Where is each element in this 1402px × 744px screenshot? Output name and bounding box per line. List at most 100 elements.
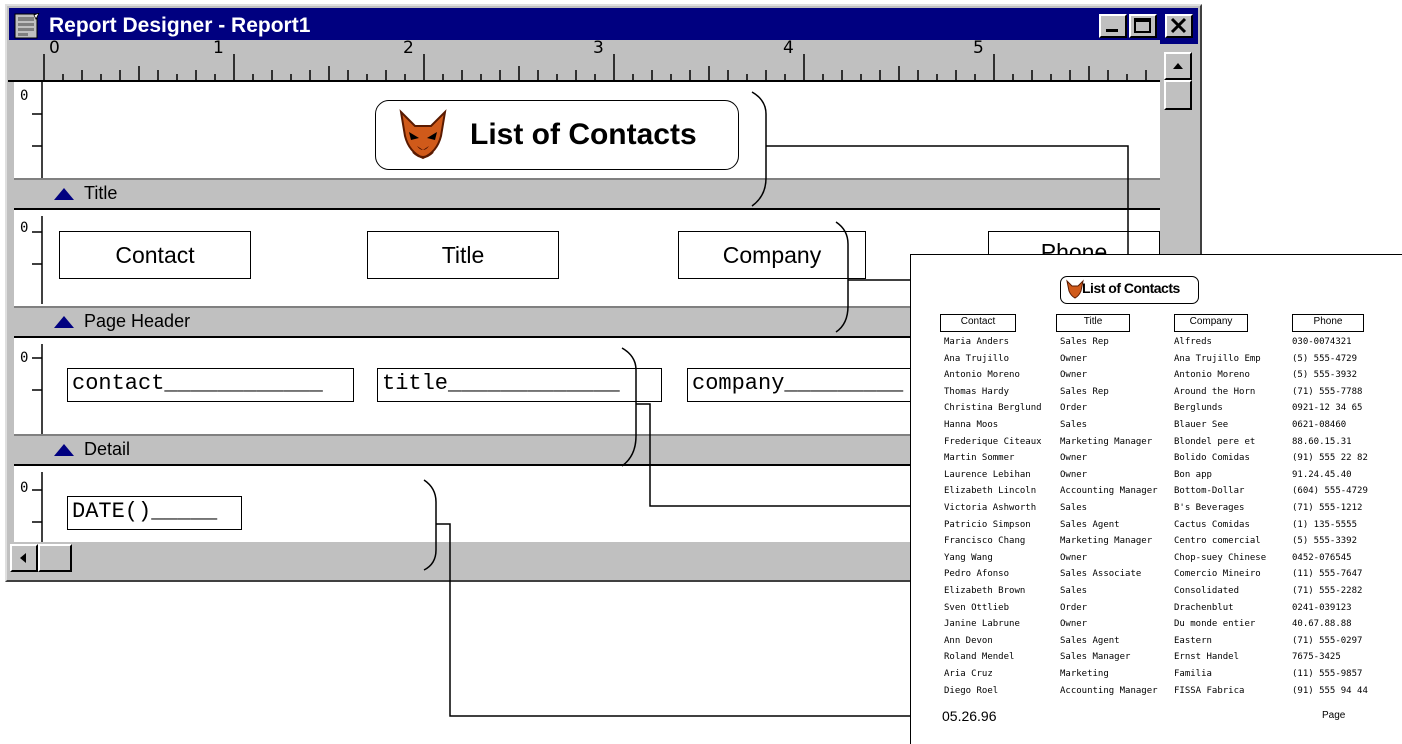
preview-cell: Familia: [1174, 669, 1212, 679]
preview-cell: (604) 555-4729: [1292, 486, 1368, 497]
preview-cell: Elizabeth Lincoln: [944, 486, 1037, 497]
preview-cell: Ernst Handel: [1174, 652, 1240, 663]
preview-cell: Ana Trujillo Emp: [1174, 353, 1261, 364]
preview-cell: Sales Agent: [1060, 519, 1120, 530]
preview-cell: 40.67.88.88: [1292, 619, 1352, 630]
preview-header-title: Title: [1056, 314, 1130, 332]
preview-cell: Alfreds: [1174, 337, 1212, 347]
preview-cell: Aria Cruz: [944, 669, 993, 679]
preview-cell: Order: [1060, 602, 1088, 613]
preview-cell: Blauer See: [1174, 420, 1229, 430]
preview-row: Victoria Ashworth Sales B's Beverages (71) …: [944, 503, 1384, 513]
preview-row: Frederique Citeaux Marketing Manager Blond…: [944, 437, 1384, 447]
preview-row: Antonio Moreno Owner Antonio Moreno (5) 555…: [944, 370, 1384, 380]
preview-row: Diego Roel Accounting Manager FISSA Fabric…: [944, 686, 1384, 696]
preview-cell: Accounting Manager: [1060, 685, 1158, 696]
preview-cell: B's Beverages: [1174, 503, 1245, 513]
preview-cell: Janine Labrune: [944, 619, 1020, 630]
preview-cell: (11) 555-9857: [1292, 669, 1363, 679]
preview-cell: Cactus Comidas: [1174, 519, 1250, 530]
preview-cell: Around the Horn: [1174, 386, 1256, 397]
preview-cell: 88.60.15.31: [1292, 436, 1352, 447]
preview-cell: Consolidated: [1174, 586, 1240, 596]
preview-header-phone: Phone: [1292, 314, 1364, 332]
preview-row: Yang Wang Owner Chop-suey Chinese 0452-0765…: [944, 553, 1384, 563]
preview-row: Thomas Hardy Sales Rep Around the Horn (71)…: [944, 387, 1384, 397]
preview-date: 05.26.96: [942, 708, 997, 724]
preview-row: Maria Anders Sales Rep Alfreds 030-0074321: [944, 337, 1384, 347]
preview-cell: Bottom-Dollar: [1174, 486, 1245, 497]
preview-cell: Chop-suey Chinese: [1174, 552, 1267, 563]
preview-cell: Christina Berglund: [944, 403, 1042, 414]
preview-title-text: List of Contacts: [1082, 280, 1180, 296]
preview-cell: (1) 135-5555: [1292, 519, 1358, 530]
preview-cell: Marketing Manager: [1060, 536, 1153, 547]
preview-cell: (71) 555-0297: [1292, 635, 1363, 646]
preview-cell: Sales Rep: [1060, 337, 1109, 347]
preview-cell: Sales Agent: [1060, 635, 1120, 646]
preview-cell: Owner: [1060, 619, 1088, 630]
preview-cell: Bon app: [1174, 469, 1212, 480]
preview-cell: Accounting Manager: [1060, 486, 1158, 497]
preview-cell: Hanna Moos: [944, 420, 999, 430]
preview-row: Martin Sommer Owner Bolido Comidas (91) 555…: [944, 453, 1384, 463]
preview-row: Patricio Simpson Sales Agent Cactus Comida…: [944, 520, 1384, 530]
preview-cell: (5) 555-3392: [1292, 536, 1358, 547]
preview-row: Francisco Chang Marketing Manager Centro c…: [944, 536, 1384, 546]
preview-cell: (71) 555-7788: [1292, 386, 1363, 397]
preview-cell: Antonio Moreno: [944, 370, 1020, 381]
preview-row: Aria Cruz Marketing Familia (11) 555-9857: [944, 669, 1384, 679]
preview-cell: Owner: [1060, 453, 1088, 464]
preview-cell: Yang Wang: [944, 552, 993, 563]
preview-cell: 030-0074321: [1292, 337, 1352, 347]
preview-cell: Order: [1060, 403, 1088, 414]
preview-cell: Maria Anders: [944, 337, 1010, 347]
preview-cell: Centro comercial: [1174, 536, 1261, 547]
preview-cell: Marketing: [1060, 669, 1109, 679]
preview-cell: Comercio Mineiro: [1174, 569, 1261, 580]
preview-cell: Antonio Moreno: [1174, 370, 1250, 381]
preview-cell: Sales: [1060, 420, 1088, 430]
preview-cell: 7675-3425: [1292, 652, 1341, 663]
preview-cell: Frederique Citeaux: [944, 436, 1042, 447]
preview-cell: (71) 555-2282: [1292, 586, 1363, 596]
preview-cell: Sales Rep: [1060, 386, 1109, 397]
preview-row: Christina Berglund Order Berglunds 0921-12 …: [944, 403, 1384, 413]
preview-row: Janine Labrune Owner Du monde entier 40.67.…: [944, 619, 1384, 629]
preview-cell: Diego Roel: [944, 685, 999, 696]
preview-row: Elizabeth Lincoln Accounting Manager Botto…: [944, 486, 1384, 496]
preview-cell: (5) 555-3932: [1292, 370, 1358, 381]
preview-row: Ann Devon Sales Agent Eastern (71) 555-0297: [944, 636, 1384, 646]
preview-cell: (91) 555 22 82: [1292, 453, 1368, 464]
preview-row: Ana Trujillo Owner Ana Trujillo Emp (5) 555…: [944, 354, 1384, 364]
preview-cell: Elizabeth Brown: [944, 586, 1026, 596]
preview-cell: 91.24.45.40: [1292, 469, 1352, 480]
preview-cell: Berglunds: [1174, 403, 1223, 414]
preview-cell: Sales Manager: [1060, 652, 1131, 663]
preview-row: Roland Mendel Sales Manager Ernst Handel 76…: [944, 652, 1384, 662]
preview-cell: Thomas Hardy: [944, 386, 1010, 397]
preview-cell: Martin Sommer: [944, 453, 1015, 464]
preview-cell: 0241-039123: [1292, 602, 1352, 613]
preview-cell: Owner: [1060, 469, 1088, 480]
preview-cell: Sales Associate: [1060, 569, 1142, 580]
preview-cell: Sales: [1060, 503, 1088, 513]
preview-cell: (71) 555-1212: [1292, 503, 1363, 513]
preview-cell: Sales: [1060, 586, 1088, 596]
preview-cell: Ann Devon: [944, 635, 993, 646]
preview-header-contact: Contact: [940, 314, 1016, 332]
preview-cell: Eastern: [1174, 635, 1212, 646]
preview-cell: Bolido Comidas: [1174, 453, 1250, 464]
preview-cell: Pedro Afonso: [944, 569, 1010, 580]
preview-cell: Owner: [1060, 353, 1088, 364]
preview-cell: Laurence Lebihan: [944, 469, 1031, 480]
preview-cell: Du monde entier: [1174, 619, 1256, 630]
preview-row: Elizabeth Brown Sales Consolidated (71) 555…: [944, 586, 1384, 596]
preview-cell: Ana Trujillo: [944, 353, 1010, 364]
preview-cell: Francisco Chang: [944, 536, 1026, 547]
preview-cell: FISSA Fabrica: [1174, 685, 1245, 696]
preview-cell: Patricio Simpson: [944, 519, 1031, 530]
preview-page-label: Page: [1322, 710, 1346, 721]
preview-row: Hanna Moos Sales Blauer See 0621-08460: [944, 420, 1384, 430]
preview-cell: (11) 555-7647: [1292, 569, 1363, 580]
